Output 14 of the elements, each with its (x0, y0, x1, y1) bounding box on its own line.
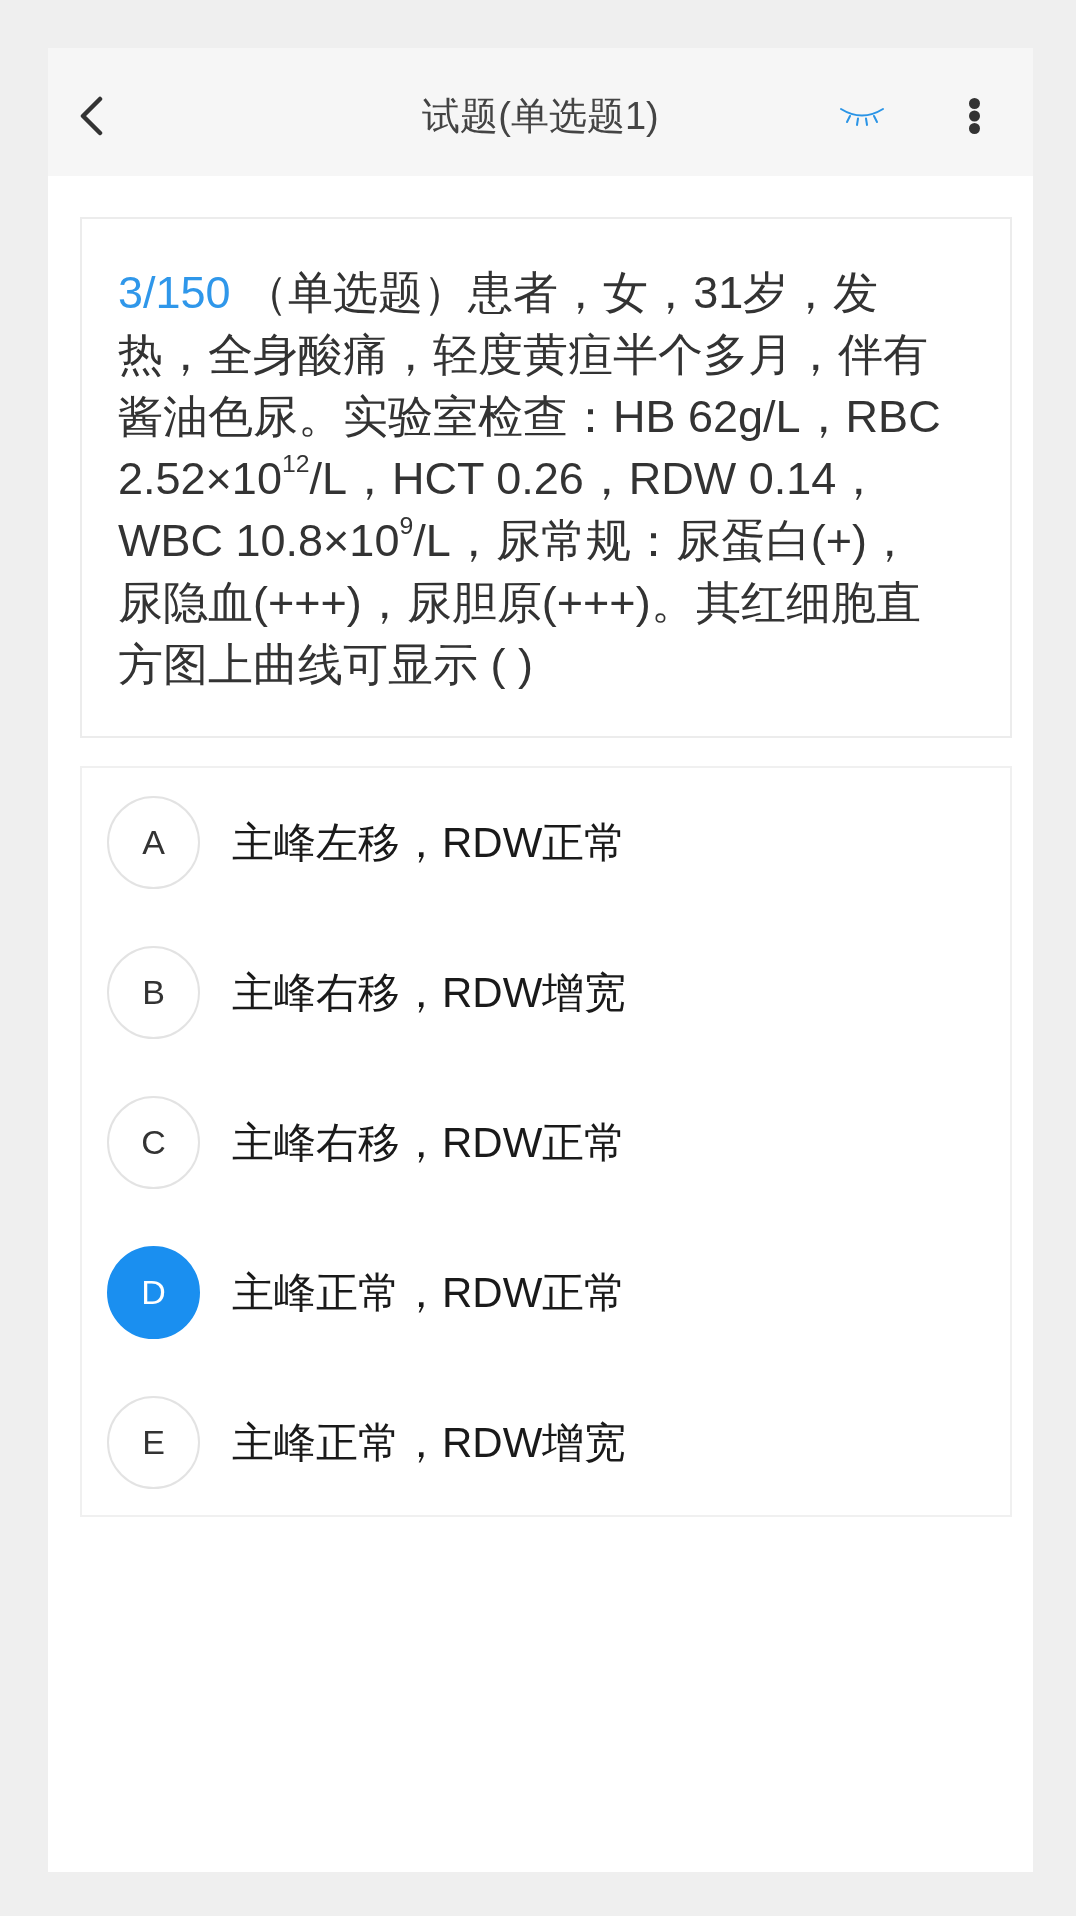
question-text: 3/150 （单选题）患者，女，31岁，发热，全身酸痛，轻度黄疸半个多月，伴有酱油色尿。实验室检查：HB 62g/L，RBC 2.52×10$^{12}$/L，HCT 0.26，RDW 0.14，WBC 10.8×10$^{9}$/L，尿常规：尿蛋白(+)，尿隐血(+++)，尿胆原(+++)。其红细胞直方图上曲线可显示 ( ) (118, 266, 942, 692)
option-letter[interactable]: A (107, 796, 200, 889)
option-text[interactable]: 主峰右移，RDW正常 (232, 1114, 627, 1171)
vertical-dots-icon[interactable] (968, 97, 981, 135)
option-letter[interactable]: C (107, 1096, 200, 1189)
option-text[interactable]: 主峰正常，RDW增宽 (232, 1414, 627, 1471)
closed-eye-icon[interactable] (839, 106, 885, 126)
option-text[interactable]: 主峰正常，RDW正常 (232, 1264, 627, 1321)
option-letter[interactable]: B (107, 946, 200, 1039)
page-title: 试题(单选题1) (421, 93, 660, 139)
back-icon[interactable] (78, 96, 104, 136)
option-text[interactable]: 主峰右移，RDW增宽 (232, 964, 627, 1021)
option-letter[interactable]: E (107, 1396, 200, 1489)
option-text[interactable]: 主峰左移，RDW正常 (232, 814, 627, 871)
